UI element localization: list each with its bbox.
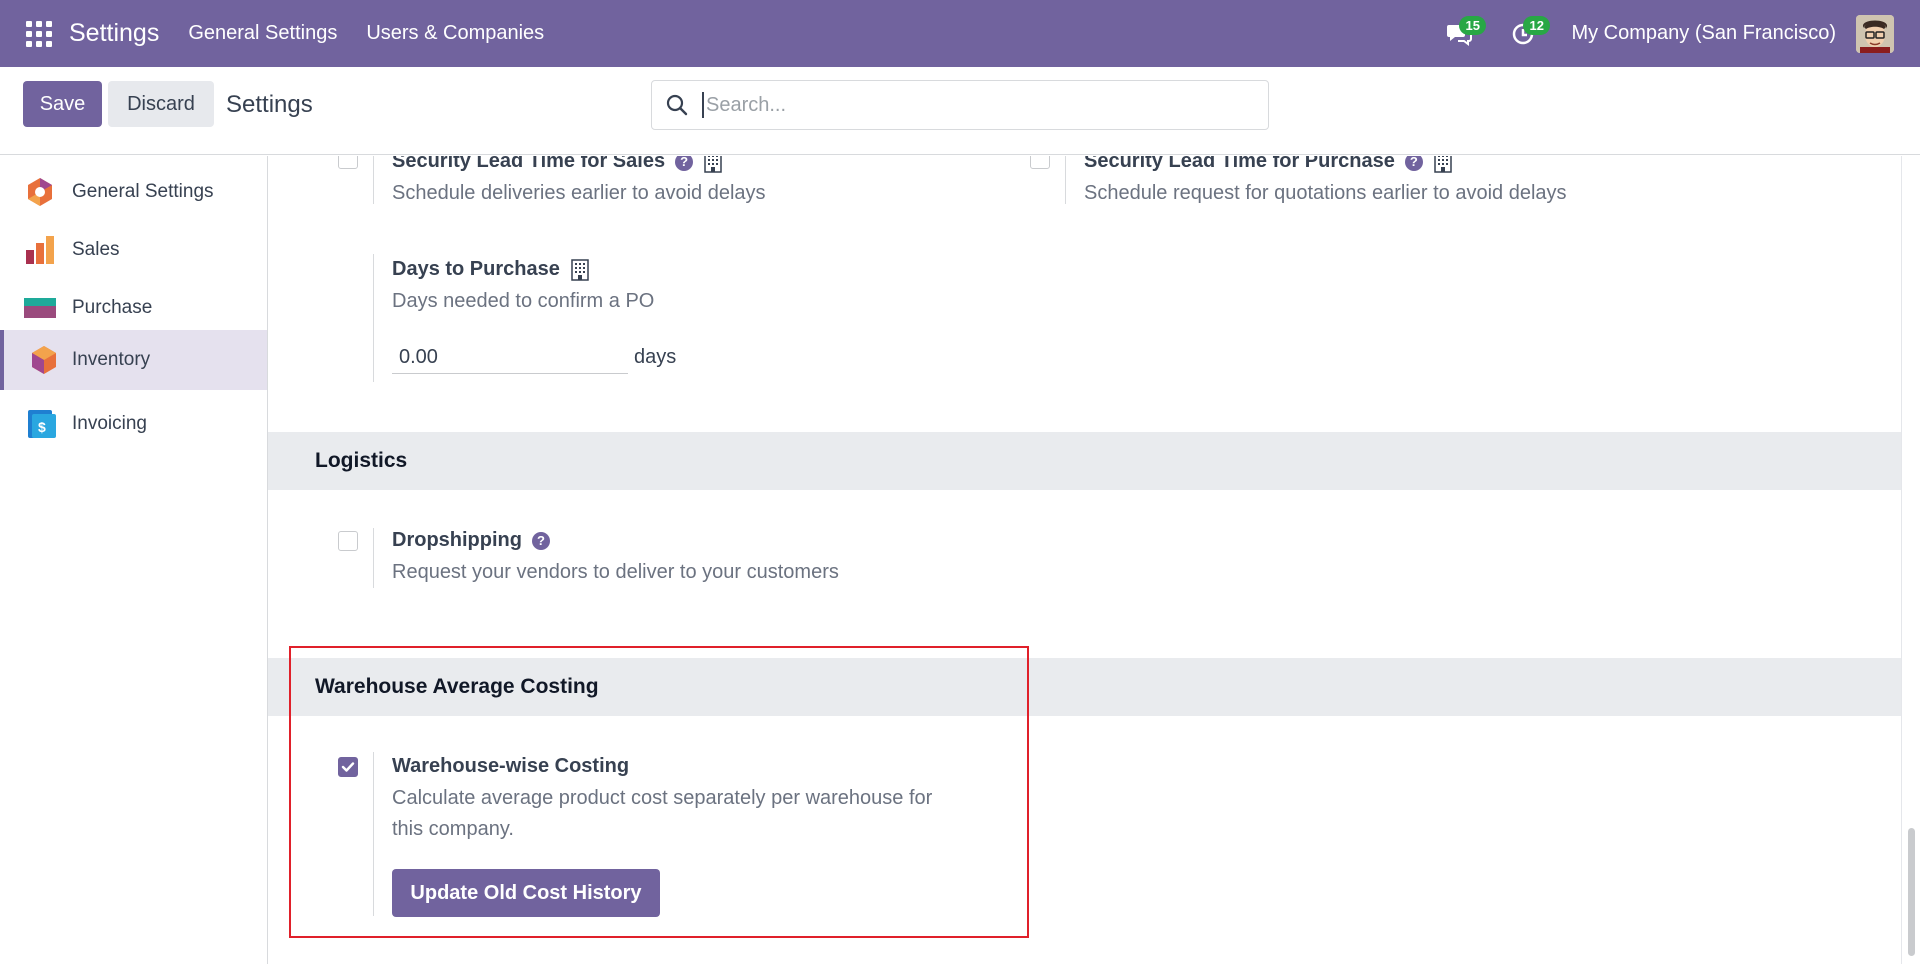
days-to-purchase-title: Days to Purchase	[392, 258, 590, 281]
lead-time-sales-description: Schedule deliveries earlier to avoid del…	[392, 182, 766, 204]
divider	[373, 156, 374, 204]
section-title: Logistics	[315, 449, 408, 472]
search-bar[interactable]	[651, 80, 1269, 130]
divider	[373, 528, 374, 588]
warehouse-costing-title: Warehouse-wise Costing	[392, 755, 629, 778]
scrollbar-thumb[interactable]	[1908, 828, 1915, 956]
setting-title-text: Warehouse-wise Costing	[392, 755, 630, 777]
warehouse-costing-description-cont: this company.	[392, 818, 514, 840]
lead-time-purchase-checkbox[interactable]	[1030, 156, 1050, 169]
discard-button[interactable]: Discard	[108, 81, 214, 127]
content-scrollbar[interactable]	[1901, 156, 1920, 964]
divider	[373, 254, 374, 382]
general-settings-icon	[28, 178, 52, 206]
help-icon[interactable]: ?	[531, 531, 550, 550]
checkmark-icon	[341, 762, 355, 772]
messages-count-badge: 15	[1459, 15, 1486, 35]
company-building-icon	[704, 156, 722, 173]
sidebar-item-purchase[interactable]: Purchase	[0, 279, 267, 337]
setting-title-text: Days to Purchase	[392, 258, 560, 280]
divider	[1065, 156, 1066, 204]
sidebar-item-label: General Settings	[72, 181, 214, 202]
help-icon[interactable]: ?	[1404, 156, 1423, 171]
lead-time-sales-title: Security Lead Time for Sales ?	[392, 156, 723, 173]
lead-time-purchase-description: Schedule request for quotations earlier …	[1084, 182, 1567, 204]
days-to-purchase-description: Days needed to confirm a PO	[392, 290, 655, 312]
breadcrumb: Settings	[226, 91, 313, 118]
company-switcher[interactable]: My Company (San Francisco)	[1571, 22, 1836, 45]
dropshipping-title: Dropshipping ?	[392, 529, 550, 552]
setting-title-text: Dropshipping	[392, 529, 522, 551]
lead-time-purchase-title: Security Lead Time for Purchase ?	[1084, 156, 1453, 173]
activities-button[interactable]: 12	[1503, 14, 1550, 54]
warehouse-costing-checkbox[interactable]	[338, 757, 358, 777]
settings-sidebar: General Settings Sales Purchase Inventor…	[0, 156, 268, 964]
settings-content: Security Lead Time for Sales ? Schedule …	[268, 156, 1901, 964]
save-button[interactable]: Save	[23, 81, 102, 127]
dropshipping-description: Request your vendors to deliver to your …	[392, 561, 839, 583]
help-icon[interactable]: ?	[675, 156, 694, 171]
section-title: Warehouse Average Costing	[315, 675, 599, 698]
warehouse-costing-description: Calculate average product cost separatel…	[392, 787, 933, 809]
purchase-icon	[24, 298, 56, 318]
update-old-cost-history-button[interactable]: Update Old Cost History	[392, 869, 660, 917]
company-building-icon	[571, 258, 589, 281]
inventory-icon	[32, 346, 56, 374]
sidebar-item-sales[interactable]: Sales	[0, 221, 267, 279]
messages-button[interactable]: 15	[1439, 14, 1486, 54]
top-navbar: Settings General Settings Users & Compan…	[0, 0, 1920, 67]
sidebar-item-label: Invoicing	[72, 413, 147, 434]
apps-grid-icon[interactable]	[26, 20, 52, 47]
warehouse-costing-section-header: Warehouse Average Costing	[268, 658, 1901, 716]
logistics-section-header: Logistics	[268, 432, 1901, 490]
company-building-icon	[1434, 156, 1452, 173]
svg-text:$: $	[38, 419, 46, 435]
setting-title-text: Security Lead Time for Purchase	[1084, 156, 1395, 172]
sales-icon	[26, 236, 54, 264]
menu-general-settings[interactable]: General Settings	[188, 1, 337, 66]
activities-count-badge: 12	[1523, 15, 1550, 35]
control-panel: Save Discard Settings	[0, 67, 1920, 155]
sidebar-item-label: Inventory	[72, 349, 151, 370]
lead-time-sales-checkbox[interactable]	[338, 156, 358, 169]
search-icon	[666, 94, 688, 116]
days-unit-label: days	[634, 346, 677, 368]
sidebar-item-label: Sales	[72, 239, 120, 260]
invoicing-icon: $	[28, 410, 56, 438]
sidebar-item-inventory[interactable]: Inventory	[0, 330, 267, 390]
menu-users-companies[interactable]: Users & Companies	[366, 1, 544, 66]
sidebar-item-invoicing[interactable]: $ Invoicing	[0, 395, 267, 453]
sidebar-item-general-settings[interactable]: General Settings	[0, 163, 267, 221]
search-input[interactable]	[702, 92, 1242, 118]
app-title[interactable]: Settings	[69, 19, 159, 48]
divider	[373, 752, 374, 916]
setting-title-text: Security Lead Time for Sales	[392, 156, 666, 172]
user-avatar[interactable]	[1856, 14, 1894, 53]
sidebar-item-label: Purchase	[72, 297, 153, 318]
dropshipping-checkbox[interactable]	[338, 531, 358, 551]
days-to-purchase-input[interactable]	[392, 342, 628, 374]
